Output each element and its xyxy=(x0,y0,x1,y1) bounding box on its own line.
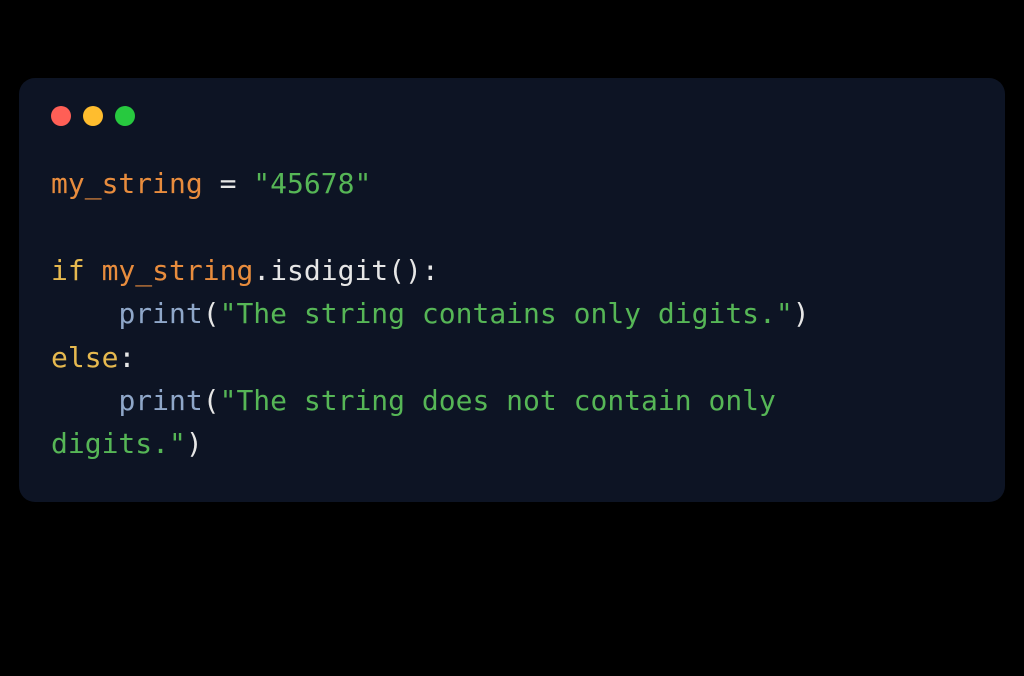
window-controls xyxy=(51,106,973,126)
code-block: my_string = "45678" if my_string.isdigit… xyxy=(51,162,973,466)
variable-name: my_string xyxy=(51,167,203,200)
close-paren: ) xyxy=(186,427,203,460)
function-print: print xyxy=(118,297,202,330)
open-paren: ( xyxy=(203,384,220,417)
colon: : xyxy=(422,254,439,287)
string-literal: "The string does not contain only xyxy=(220,384,793,417)
variable-name: my_string xyxy=(102,254,254,287)
space xyxy=(85,254,102,287)
code-window: my_string = "45678" if my_string.isdigit… xyxy=(19,78,1005,502)
string-literal: digits." xyxy=(51,427,186,460)
keyword-else: else xyxy=(51,341,118,374)
open-paren: ( xyxy=(203,297,220,330)
parentheses: () xyxy=(388,254,422,287)
indent xyxy=(51,297,118,330)
method-name: isdigit xyxy=(270,254,388,287)
keyword-if: if xyxy=(51,254,85,287)
string-literal: "45678" xyxy=(253,167,371,200)
maximize-icon[interactable] xyxy=(115,106,135,126)
minimize-icon[interactable] xyxy=(83,106,103,126)
string-literal: "The string contains only digits." xyxy=(220,297,793,330)
close-icon[interactable] xyxy=(51,106,71,126)
function-print: print xyxy=(118,384,202,417)
colon: : xyxy=(118,341,135,374)
dot-operator: . xyxy=(253,254,270,287)
close-paren: ) xyxy=(793,297,810,330)
indent xyxy=(51,384,118,417)
assign-operator: = xyxy=(203,167,254,200)
